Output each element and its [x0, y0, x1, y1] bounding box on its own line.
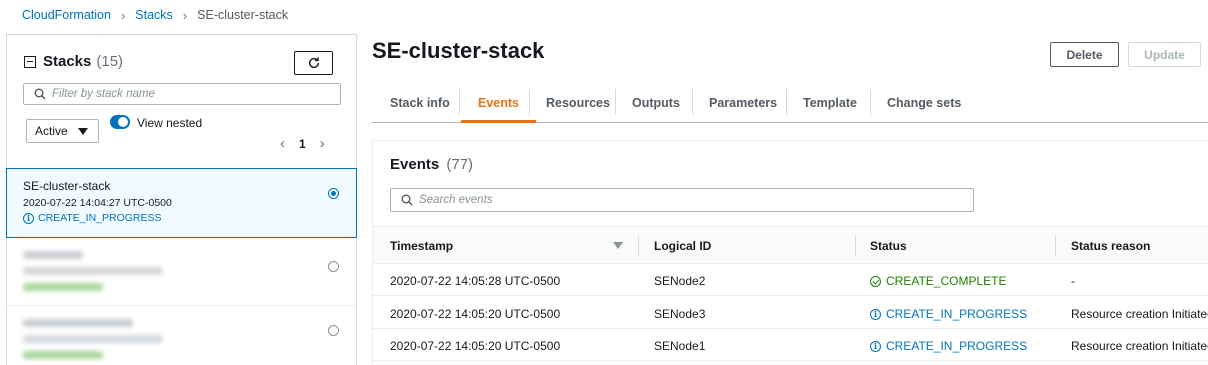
stack-filter-input[interactable] — [52, 88, 332, 100]
stack-select-radio[interactable] — [328, 325, 339, 336]
cell-status-reason: Resource creation Initiated — [1071, 339, 1208, 353]
chevron-left-icon[interactable]: ‹ — [280, 135, 285, 152]
table-row: 2020-07-22 14:05:20 UTC-0500 SENode1 i C… — [373, 329, 1208, 361]
events-search-field — [390, 188, 974, 212]
stacks-panel-header: Stacks (15) — [24, 53, 123, 70]
refresh-icon — [308, 57, 319, 69]
tab-divider — [459, 89, 460, 115]
cell-timestamp: 2020-07-22 14:05:20 UTC-0500 — [390, 339, 561, 353]
info-icon: i — [23, 212, 34, 224]
status-filter-select[interactable]: Active — [26, 119, 99, 143]
breadcrumb: CloudFormation › Stacks › SE-cluster-sta… — [22, 7, 288, 23]
tab-stack-info[interactable]: Stack info — [373, 84, 467, 122]
page-number[interactable]: 1 — [299, 137, 306, 151]
chevron-right-icon: › — [120, 7, 126, 23]
events-count: (77) — [446, 156, 474, 173]
stack-status-text: CREATE_IN_PROGRESS — [38, 212, 162, 224]
events-panel: Events (77) Timestamp Logical ID Status … — [372, 140, 1208, 365]
events-search-input[interactable] — [419, 194, 959, 206]
info-icon: i — [870, 308, 881, 320]
stacks-panel: Stacks (15) Active View nested ‹ 1 › SE-… — [6, 34, 357, 365]
redacted-text — [23, 267, 163, 275]
cell-status-reason: - — [1071, 274, 1075, 288]
stack-select-radio[interactable] — [328, 188, 339, 199]
column-header-logical-id[interactable]: Logical ID — [654, 239, 711, 253]
cell-logical-id: SENode1 — [654, 339, 706, 353]
stack-filter-field — [23, 83, 341, 105]
redacted-text — [23, 335, 163, 343]
stack-list-item[interactable] — [7, 239, 356, 303]
pagination: ‹ 1 › — [280, 135, 325, 152]
status-filter-value: Active — [35, 124, 68, 138]
stack-list-item[interactable] — [7, 307, 356, 365]
page-title: SE-cluster-stack — [372, 38, 545, 63]
column-header-status-reason[interactable]: Status reason — [1071, 239, 1150, 253]
cell-logical-id: SENode3 — [654, 307, 706, 321]
cell-timestamp: 2020-07-22 14:05:28 UTC-0500 — [390, 274, 561, 288]
events-header: Events (77) — [373, 141, 1208, 226]
tab-change-sets[interactable]: Change sets — [870, 84, 978, 122]
column-header-timestamp[interactable]: Timestamp — [390, 239, 453, 253]
cell-status: i CREATE_IN_PROGRESS — [870, 339, 1027, 353]
redacted-text — [23, 283, 103, 291]
stacks-panel-title: Stacks — [43, 53, 92, 70]
column-header-status[interactable]: Status — [870, 239, 907, 253]
redacted-text — [23, 351, 103, 359]
info-icon: i — [870, 340, 881, 352]
table-row: 2020-07-22 14:05:28 UTC-0500 SENode2 CRE… — [373, 264, 1208, 296]
stack-list-item-selected[interactable]: SE-cluster-stack 2020-07-22 14:04:27 UTC… — [6, 168, 357, 238]
stack-tabs: Stack info Events Resources Outputs Para… — [372, 84, 1208, 123]
status-text: CREATE_IN_PROGRESS — [886, 339, 1028, 353]
search-icon — [34, 88, 46, 100]
stack-select-radio[interactable] — [328, 261, 339, 272]
update-button[interactable]: Update — [1128, 42, 1201, 67]
sort-down-icon[interactable] — [613, 242, 623, 249]
redacted-text — [23, 319, 133, 327]
events-title-text: Events — [390, 156, 440, 173]
tab-outputs[interactable]: Outputs — [615, 84, 697, 122]
search-icon — [401, 194, 413, 206]
cell-logical-id: SENode2 — [654, 274, 706, 288]
chevron-right-icon: › — [182, 7, 188, 23]
events-title: Events (77) — [390, 156, 473, 173]
cell-timestamp: 2020-07-22 14:05:20 UTC-0500 — [390, 307, 561, 321]
column-divider — [638, 236, 639, 256]
breadcrumb-current: SE-cluster-stack — [197, 8, 289, 22]
stack-created-time: 2020-07-22 14:04:27 UTC-0500 — [23, 197, 172, 209]
refresh-button[interactable] — [294, 51, 333, 75]
stacks-count: (15) — [96, 53, 124, 70]
cell-status-reason: Resource creation Initiated — [1071, 307, 1208, 321]
tab-events[interactable]: Events — [461, 84, 536, 123]
cell-status: CREATE_COMPLETE — [870, 274, 1006, 288]
delete-button[interactable]: Delete — [1050, 42, 1119, 67]
status-text: CREATE_COMPLETE — [886, 274, 1007, 288]
column-divider — [855, 236, 856, 256]
stack-status: i CREATE_IN_PROGRESS — [23, 212, 162, 224]
redacted-text — [23, 251, 83, 259]
stack-name: SE-cluster-stack — [23, 179, 111, 193]
status-text: CREATE_IN_PROGRESS — [886, 307, 1028, 321]
divider — [7, 305, 356, 306]
success-check-icon — [870, 275, 881, 287]
events-table-header: Timestamp Logical ID Status Status reaso… — [373, 226, 1208, 264]
tab-parameters[interactable]: Parameters — [692, 84, 794, 122]
tab-template[interactable]: Template — [786, 84, 874, 122]
breadcrumb-cloudformation-link[interactable]: CloudFormation — [22, 8, 111, 22]
view-nested-label: View nested — [137, 116, 203, 130]
tab-resources[interactable]: Resources — [529, 84, 627, 122]
view-nested-toggle[interactable] — [110, 115, 130, 129]
caret-down-icon — [78, 128, 88, 135]
collapse-icon[interactable] — [24, 55, 36, 68]
cell-status: i CREATE_IN_PROGRESS — [870, 307, 1027, 321]
breadcrumb-stacks-link[interactable]: Stacks — [135, 8, 173, 22]
table-row: 2020-07-22 14:05:20 UTC-0500 SENode3 i C… — [373, 297, 1208, 329]
chevron-right-icon[interactable]: › — [320, 135, 325, 152]
column-divider — [1055, 236, 1056, 256]
